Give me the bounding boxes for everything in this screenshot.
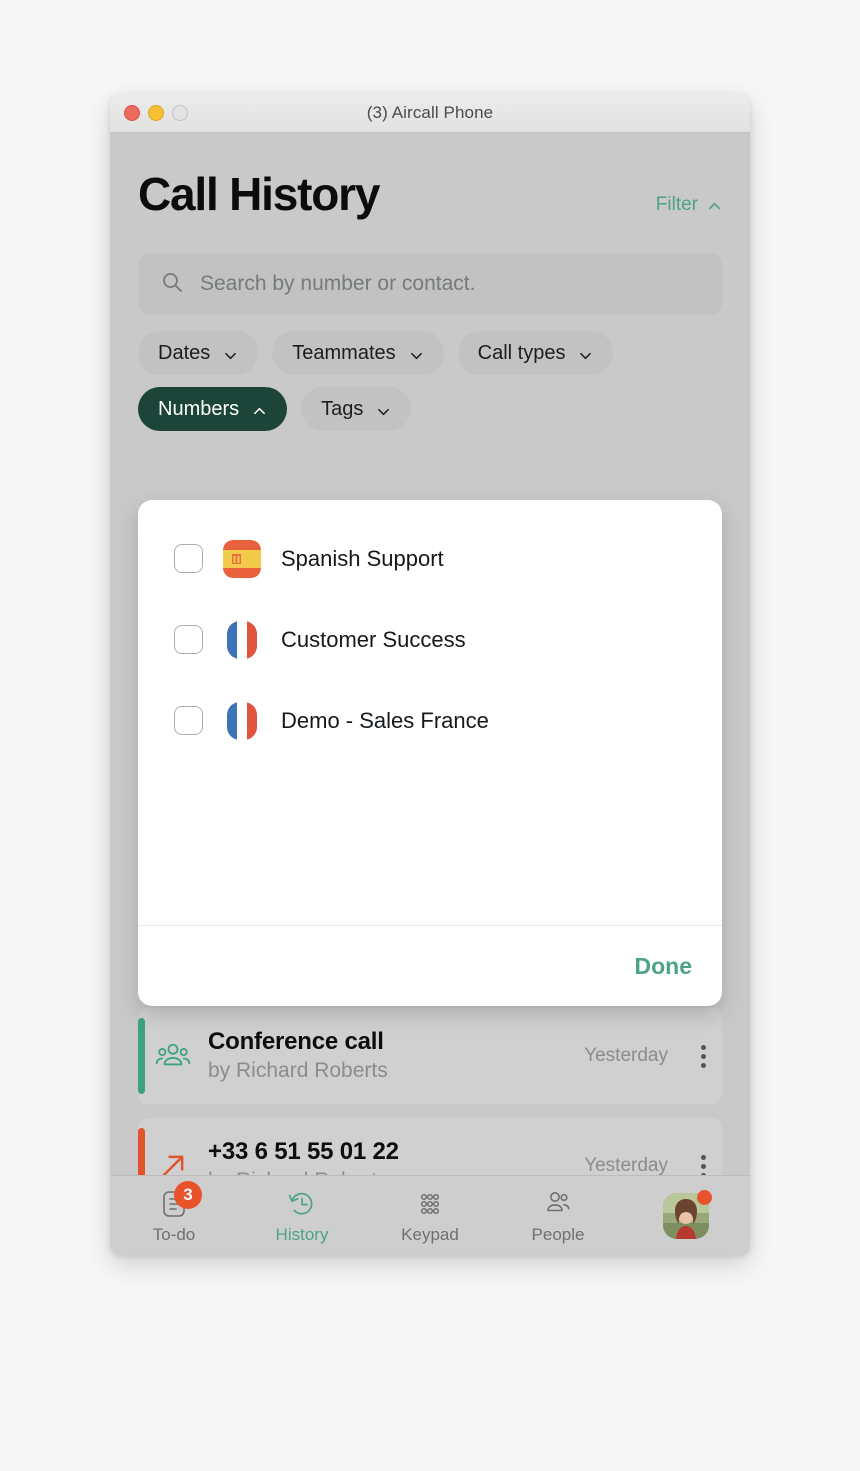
- option-label: Customer Success: [281, 626, 466, 652]
- avatar[interactable]: [622, 1190, 750, 1239]
- nav-item-people-label: People: [531, 1224, 585, 1244]
- call-more-options-button[interactable]: [684, 1044, 722, 1068]
- chevron-down-icon: [223, 346, 238, 361]
- flag-spain-icon: [223, 539, 261, 578]
- search-row: Search by number or contact.: [110, 217, 750, 315]
- window-titlebar: (3) Aircall Phone: [110, 93, 750, 133]
- call-timestamp: Yesterday: [584, 1155, 668, 1176]
- nav-item-people[interactable]: People: [494, 1188, 622, 1245]
- search-input[interactable]: Search by number or contact.: [138, 253, 722, 315]
- filter-chip-dates-label: Dates: [158, 341, 211, 364]
- app-window: (3) Aircall Phone Call History Filter Se…: [110, 93, 750, 1255]
- list-item[interactable]: Spanish Support: [138, 518, 722, 599]
- bottom-navigation: 3 To-do History Keypad People: [110, 1175, 750, 1255]
- nav-item-todo-label: To-do: [152, 1224, 196, 1244]
- todo-badge-count: 3: [174, 1180, 202, 1209]
- zoom-window-button[interactable]: [172, 104, 188, 121]
- call-subtitle: by Richard Roberts: [208, 1058, 388, 1082]
- app-body: Call History Filter Search by number or …: [110, 133, 750, 1255]
- dropdown-footer: Done: [138, 925, 722, 1006]
- search-icon: [160, 270, 184, 299]
- checkbox-demo-sales-france[interactable]: [174, 706, 203, 735]
- filter-chips: Dates Teammates Call types Numbers Tags: [110, 315, 750, 431]
- nav-item-history[interactable]: History: [238, 1188, 366, 1245]
- filter-chip-call-types[interactable]: Call types: [457, 331, 614, 375]
- minimize-window-button[interactable]: [148, 104, 164, 121]
- option-label: Spanish Support: [281, 545, 444, 571]
- numbers-filter-dropdown: Spanish Support Customer Success Demo - …: [138, 500, 722, 1006]
- search-placeholder: Search by number or contact.: [200, 272, 476, 295]
- todo-list-icon: 3: [157, 1180, 202, 1220]
- filter-chip-numbers-label: Numbers: [158, 397, 240, 420]
- checkbox-customer-success[interactable]: [174, 625, 203, 654]
- call-text: Conference call by Richard Roberts: [208, 1028, 584, 1084]
- filter-chip-teammates-label: Teammates: [292, 341, 396, 364]
- list-item[interactable]: Demo - Sales France: [138, 680, 722, 761]
- nav-item-keypad-label: Keypad: [401, 1224, 459, 1244]
- list-item[interactable]: Customer Success: [138, 599, 722, 680]
- filter-chip-call-types-label: Call types: [477, 341, 566, 364]
- numbers-option-list: Spanish Support Customer Success Demo - …: [138, 500, 722, 925]
- conference-group-icon: [138, 1041, 208, 1071]
- close-window-button[interactable]: [124, 104, 140, 121]
- filter-chip-tags[interactable]: Tags: [301, 387, 412, 431]
- filter-label: Filter: [655, 194, 698, 215]
- window-title: (3) Aircall Phone: [366, 102, 494, 122]
- table-row[interactable]: Conference call by Richard Roberts Yeste…: [138, 1008, 722, 1104]
- chevron-up-icon: [252, 402, 267, 417]
- chevron-down-icon: [409, 346, 424, 361]
- chevron-up-icon: [707, 198, 722, 213]
- call-title: Conference call: [208, 1027, 384, 1055]
- option-label: Demo - Sales France: [281, 707, 489, 733]
- flag-france-icon: [223, 701, 261, 740]
- user-avatar[interactable]: [663, 1190, 712, 1239]
- people-icon: [541, 1188, 575, 1220]
- call-timestamp: Yesterday: [584, 1045, 668, 1066]
- done-button[interactable]: Done: [635, 953, 693, 980]
- keypad-grid-icon: [413, 1188, 447, 1220]
- chevron-down-icon: [578, 346, 593, 361]
- call-title: +33 6 51 55 01 22: [208, 1137, 399, 1165]
- filter-chip-row-2: Numbers Tags: [138, 387, 722, 431]
- avatar-status-dot: [697, 1190, 712, 1205]
- history-clock-icon: [285, 1188, 319, 1220]
- filter-chip-dates[interactable]: Dates: [138, 331, 259, 375]
- filter-chip-numbers[interactable]: Numbers: [138, 387, 288, 431]
- nav-item-todo[interactable]: 3 To-do: [110, 1180, 238, 1245]
- filter-chip-tags-label: Tags: [321, 397, 364, 420]
- filter-toggle[interactable]: Filter: [656, 194, 722, 216]
- app-header: Call History Filter: [110, 133, 750, 217]
- nav-item-history-label: History: [275, 1224, 329, 1244]
- checkbox-spanish-support[interactable]: [174, 544, 203, 573]
- traffic-lights: [124, 93, 188, 132]
- page-title: Call History: [138, 168, 380, 220]
- chevron-down-icon: [376, 402, 391, 417]
- flag-france-icon: [223, 620, 261, 659]
- filter-chip-row-1: Dates Teammates Call types: [138, 331, 722, 375]
- nav-item-keypad[interactable]: Keypad: [366, 1188, 494, 1245]
- call-status-stripe: [138, 1018, 145, 1094]
- filter-chip-teammates[interactable]: Teammates: [272, 331, 444, 375]
